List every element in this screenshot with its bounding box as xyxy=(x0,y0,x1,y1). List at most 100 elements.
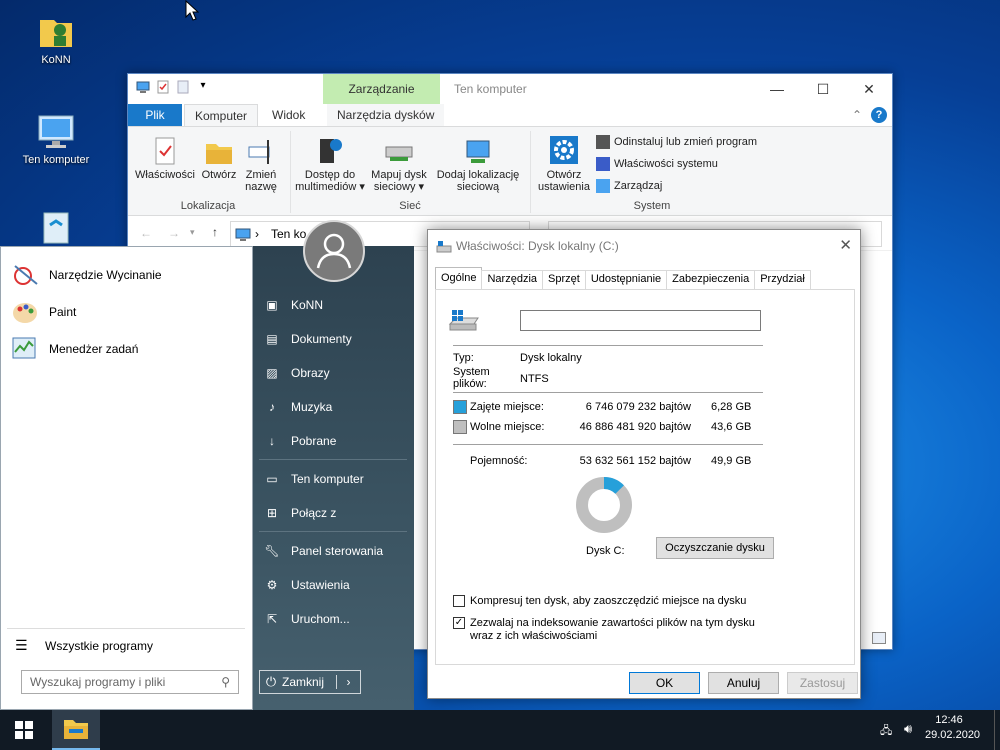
tab-file[interactable]: Plik xyxy=(128,104,182,126)
user-icon: ▣ xyxy=(266,298,278,312)
tab-computer[interactable]: Komputer xyxy=(184,104,259,126)
tab-sharing[interactable]: Udostępnianie xyxy=(584,270,668,289)
tab-tools[interactable]: Narzędzia xyxy=(481,270,544,289)
shutdown-button[interactable]: ⏻ Zamknij › xyxy=(259,670,361,694)
start-link-pictures[interactable]: ▨ Obrazy xyxy=(263,364,329,382)
computer-small-icon xyxy=(235,228,251,245)
up-icon[interactable]: ↑ xyxy=(212,225,218,239)
cancel-button[interactable]: Anuluj xyxy=(708,672,779,694)
start-link-settings[interactable]: ⚙ Ustawienia xyxy=(263,576,350,594)
pinned-snipping-tool[interactable]: Narzędzie Wycinanie xyxy=(11,262,162,288)
desktop-icon-label: Ten komputer xyxy=(22,154,90,166)
maximize-button[interactable]: ☐ xyxy=(800,74,846,104)
start-link-documents[interactable]: ▤ Dokumenty xyxy=(263,330,351,348)
desktop-icon-label: KoNN xyxy=(41,54,71,66)
clock[interactable]: 12:46 29.02.2020 xyxy=(925,714,980,741)
compress-label: Kompresuj ten dysk, aby zaoszczędzić mie… xyxy=(470,595,747,607)
document-icon: ▤ xyxy=(266,332,278,346)
start-link-downloads[interactable]: ↓ Pobrane xyxy=(263,432,336,450)
user-avatar-icon xyxy=(316,233,352,269)
tab-security[interactable]: Zabezpieczenia xyxy=(666,270,756,289)
tab-hardware[interactable]: Sprzęt xyxy=(542,270,586,289)
recycle-bin-icon xyxy=(14,205,98,249)
start-button[interactable] xyxy=(0,710,48,750)
volume-icon[interactable]: 🔊︎ xyxy=(904,721,912,737)
file-explorer-icon xyxy=(64,720,88,739)
start-link-music[interactable]: ♪ Muzyka xyxy=(263,398,332,416)
help-icon[interactable]: ? xyxy=(871,107,887,123)
free-space-label: Wolne miejsce: xyxy=(470,421,545,433)
minimize-button[interactable]: — xyxy=(754,74,800,104)
history-dropdown-icon[interactable]: ▾ xyxy=(190,227,195,238)
free-color-swatch xyxy=(453,420,467,434)
start-link-konn[interactable]: ▣ KoNN xyxy=(263,296,323,314)
system-properties-icon xyxy=(596,157,610,171)
paint-icon xyxy=(13,303,37,323)
taskbar-explorer-button[interactable] xyxy=(52,710,100,750)
pinned-task-manager[interactable]: Menedżer zadań xyxy=(11,336,138,362)
properties-button[interactable]: Właściwości xyxy=(134,135,196,181)
media-server-icon xyxy=(294,135,366,165)
start-link-this-pc[interactable]: ▭ Ten komputer xyxy=(263,470,363,488)
window-title: Ten komputer xyxy=(454,82,527,96)
used-space-label: Zajęte miejsce: xyxy=(470,401,544,413)
apply-button[interactable]: Zastosuj xyxy=(787,672,858,694)
dialog-close-button[interactable]: ✕ xyxy=(839,236,852,254)
show-desktop-button[interactable] xyxy=(994,710,1000,750)
free-space-bytes: 46 886 481 920 bajtów xyxy=(579,421,691,433)
network-icon[interactable]: 🖧︎ xyxy=(880,722,892,741)
new-folder-small-icon[interactable] xyxy=(176,80,190,94)
forward-icon[interactable]: → xyxy=(168,226,180,240)
start-menu: Narzędzie Wycinanie Paint Menedżer zadań… xyxy=(0,246,414,710)
start-link-run[interactable]: ⇱ Uruchom... xyxy=(263,610,350,628)
pinned-paint[interactable]: Paint xyxy=(11,299,76,325)
volume-label-input[interactable] xyxy=(520,310,761,331)
add-network-location-button[interactable]: Dodaj lokalizację sieciową xyxy=(432,135,524,193)
taskbar: 🖧︎ 🔊︎ 12:46 29.02.2020 xyxy=(0,710,1000,750)
index-checkbox[interactable]: ✓ xyxy=(453,617,465,629)
used-space-gb: 6,28 GB xyxy=(711,401,752,413)
computer-small-icon[interactable] xyxy=(136,80,150,94)
tab-drive-tools[interactable]: Narzędzia dysków xyxy=(327,104,445,126)
avatar[interactable] xyxy=(303,220,365,282)
open-button[interactable]: Otwórz xyxy=(198,135,240,181)
mouse-cursor-icon xyxy=(185,0,199,21)
tab-general[interactable]: Ogólne xyxy=(435,267,483,289)
address-text: Ten ko xyxy=(271,227,307,241)
properties-small-icon[interactable] xyxy=(156,80,170,94)
wrench-icon: 🔧︎ xyxy=(264,544,280,558)
uninstall-program-button[interactable]: Odinstaluj lub zmień program xyxy=(596,135,757,149)
clock-time: 12:46 xyxy=(935,714,963,726)
desktop-icon-recycle-bin[interactable] xyxy=(14,205,98,249)
group-label-network: Sieć xyxy=(399,200,421,212)
tab-view[interactable]: Widok xyxy=(262,104,315,126)
map-network-drive-button[interactable]: Mapuj dysk sieciowy ▾ xyxy=(368,135,430,193)
drive-icon xyxy=(448,306,482,337)
filesystem-value: NTFS xyxy=(520,373,549,385)
back-icon[interactable]: ← xyxy=(140,226,152,240)
start-search-input[interactable]: Wyszukaj programy i pliki ⚲ xyxy=(21,670,239,694)
tab-quota[interactable]: Przydział xyxy=(754,270,811,289)
task-manager-icon xyxy=(12,337,36,359)
shutdown-options-arrow[interactable]: › xyxy=(336,675,360,689)
desktop-icon-konn[interactable]: KoNN xyxy=(14,10,98,66)
all-programs-button[interactable]: ☰ Wszystkie programy xyxy=(15,637,153,654)
collapse-ribbon-icon[interactable]: ⌃ xyxy=(852,108,862,122)
media-access-button[interactable]: Dostęp do multimediów ▾ xyxy=(294,135,366,193)
rename-button[interactable]: Zmień nazwę xyxy=(240,135,282,193)
list-icon: ☰ xyxy=(15,637,28,653)
explorer-titlebar[interactable]: ▾ Zarządzanie Ten komputer — ☐ ✕ xyxy=(128,74,892,104)
close-button[interactable]: ✕ xyxy=(846,74,892,104)
system-properties-button[interactable]: Właściwości systemu xyxy=(596,157,718,171)
free-space-gb: 43,6 GB xyxy=(711,421,752,433)
desktop-icon-this-pc[interactable]: Ten komputer xyxy=(14,110,98,166)
compress-checkbox[interactable] xyxy=(453,595,465,607)
disk-cleanup-button[interactable]: Oczyszczanie dysku xyxy=(656,537,774,559)
used-space-bytes: 6 746 079 232 bajtów xyxy=(585,401,691,413)
manage-button[interactable]: Zarządzaj xyxy=(596,179,662,193)
ok-button[interactable]: OK xyxy=(629,672,700,694)
qat-dropdown-icon[interactable]: ▾ xyxy=(196,80,210,94)
start-link-connect-to[interactable]: ⊞ Połącz z xyxy=(263,504,336,522)
start-link-control-panel[interactable]: 🔧︎ Panel sterowania xyxy=(263,542,383,560)
open-settings-button[interactable]: Otwórz ustawienia xyxy=(532,135,596,193)
